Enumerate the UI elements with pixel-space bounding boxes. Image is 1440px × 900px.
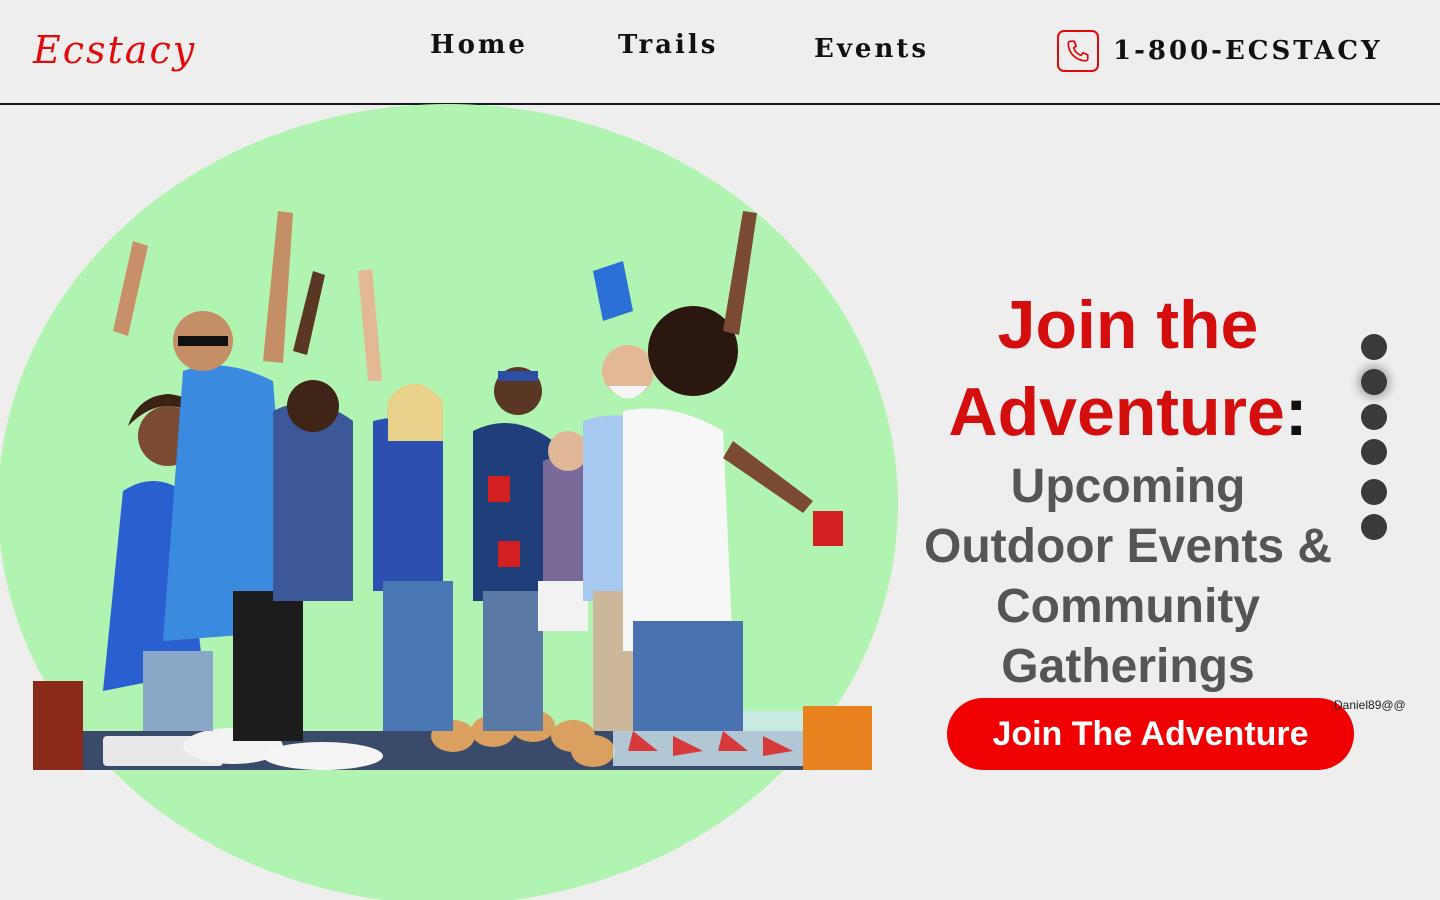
nav-home[interactable]: Home xyxy=(430,30,528,60)
phone-icon xyxy=(1057,30,1099,72)
landing-page: Ecstacy Home Trails Events 1-800-ECSTACY xyxy=(0,0,1440,900)
hero-headline: Join the Adventure: Upcoming Outdoor Eve… xyxy=(900,282,1356,696)
site-header: Ecstacy Home Trails Events 1-800-ECSTACY xyxy=(0,0,1440,105)
phone-link[interactable]: 1-800-ECSTACY xyxy=(1057,29,1383,73)
subheadline-line-2: Outdoor Events & xyxy=(923,520,1333,573)
carousel-dot-3[interactable] xyxy=(1361,404,1387,430)
headline-colon: : xyxy=(1284,374,1308,450)
carousel-dot-5[interactable] xyxy=(1361,479,1387,505)
carousel-dot-6[interactable] xyxy=(1361,514,1387,540)
subheadline-line-3: Community xyxy=(996,580,1260,633)
watermark-text: Daniel89@@ xyxy=(1334,698,1406,712)
subheadline-line-4: Gatherings xyxy=(1001,640,1255,693)
headline-adventure: Adventure xyxy=(948,374,1285,450)
hero-image xyxy=(33,211,872,770)
carousel-dot-2[interactable] xyxy=(1361,369,1387,395)
nav-trails[interactable]: Trails xyxy=(618,30,718,60)
subheadline-line-1: Upcoming xyxy=(1010,460,1246,513)
phone-number: 1-800-ECSTACY xyxy=(1113,36,1383,66)
nav-events[interactable]: Events xyxy=(814,34,929,64)
brand-logo[interactable]: Ecstacy xyxy=(33,28,196,72)
join-adventure-button[interactable]: Join The Adventure xyxy=(947,698,1354,770)
headline-line-2: Adventure: xyxy=(900,369,1356,456)
carousel-dot-1[interactable] xyxy=(1361,334,1387,360)
carousel-dot-4[interactable] xyxy=(1361,439,1387,465)
headline-line-1: Join the xyxy=(997,287,1259,363)
